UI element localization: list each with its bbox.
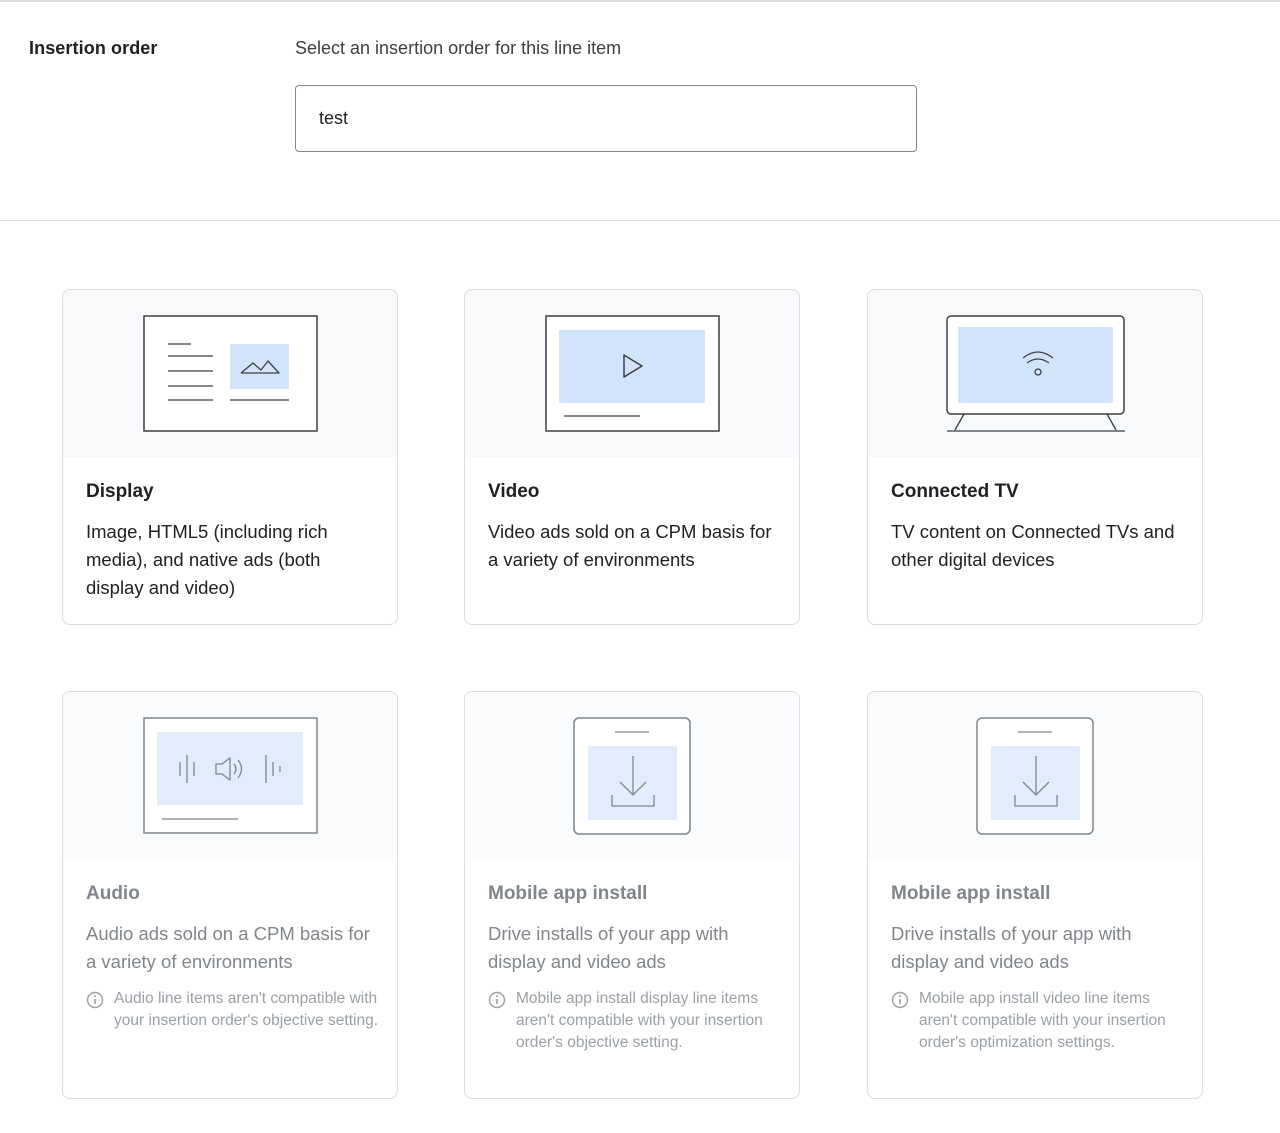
audio-illustration bbox=[63, 692, 397, 859]
line-item-type-card-mobile-app-install-video: Mobile app install Drive installs of you… bbox=[867, 691, 1203, 1099]
insertion-order-prompt: Select an insertion order for this line … bbox=[295, 38, 622, 58]
card-description: Drive installs of your app with display … bbox=[891, 923, 1132, 972]
display-ad-icon bbox=[143, 315, 318, 432]
display-illustration bbox=[63, 290, 397, 457]
insertion-order-section: Insertion order Select an insertion orde… bbox=[0, 2, 1280, 221]
card-description: Image, HTML5 (including rich media), and… bbox=[86, 521, 328, 598]
incompatibility-note: Mobile app install video line items aren… bbox=[891, 988, 1186, 1054]
line-item-type-card-video[interactable]: Video Video ads sold on a CPM basis for … bbox=[464, 289, 800, 625]
video-illustration bbox=[465, 290, 799, 457]
line-item-type-card-display[interactable]: Display Image, HTML5 (including rich med… bbox=[62, 289, 398, 625]
incompatibility-note: Audio line items aren't compatible with … bbox=[86, 988, 381, 1032]
info-icon bbox=[488, 991, 506, 1009]
connected-tv-illustration bbox=[868, 290, 1202, 457]
video-play-icon bbox=[545, 315, 720, 432]
incompatibility-note-text: Audio line items aren't compatible with … bbox=[114, 990, 379, 1029]
line-item-type-card-audio: Audio Audio ads sold on a CPM basis for … bbox=[62, 691, 398, 1099]
mobile-app-install-illustration bbox=[465, 692, 799, 859]
card-description: Video ads sold on a CPM basis for a vari… bbox=[488, 521, 772, 570]
card-description: TV content on Connected TVs and other di… bbox=[891, 521, 1175, 570]
mobile-download-icon bbox=[573, 717, 691, 835]
insertion-order-input-value: test bbox=[319, 108, 349, 128]
info-icon bbox=[86, 991, 104, 1009]
insertion-order-label: Insertion order bbox=[29, 38, 158, 58]
section-divider bbox=[0, 220, 1280, 221]
card-description: Audio ads sold on a CPM basis for a vari… bbox=[86, 923, 370, 972]
card-description: Drive installs of your app with display … bbox=[488, 923, 729, 972]
mobile-download-icon bbox=[976, 717, 1094, 835]
incompatibility-note-text: Mobile app install display line items ar… bbox=[516, 990, 763, 1051]
incompatibility-note-text: Mobile app install video line items aren… bbox=[919, 990, 1166, 1051]
incompatibility-note: Mobile app install display line items ar… bbox=[488, 988, 783, 1054]
card-title: Display bbox=[86, 481, 154, 502]
card-title: Video bbox=[488, 481, 540, 502]
insertion-order-input[interactable]: test bbox=[295, 85, 917, 152]
mobile-app-install-illustration bbox=[868, 692, 1202, 859]
line-item-type-card-connected-tv[interactable]: Connected TV TV content on Connected TVs… bbox=[867, 289, 1203, 625]
card-title: Connected TV bbox=[891, 481, 1019, 502]
card-title: Mobile app install bbox=[891, 883, 1051, 904]
connected-tv-icon bbox=[946, 315, 1125, 432]
audio-speaker-icon bbox=[143, 717, 318, 834]
line-item-type-card-mobile-app-install-display: Mobile app install Drive installs of you… bbox=[464, 691, 800, 1099]
info-icon bbox=[891, 991, 909, 1009]
card-title: Mobile app install bbox=[488, 883, 648, 904]
card-title: Audio bbox=[86, 883, 140, 904]
